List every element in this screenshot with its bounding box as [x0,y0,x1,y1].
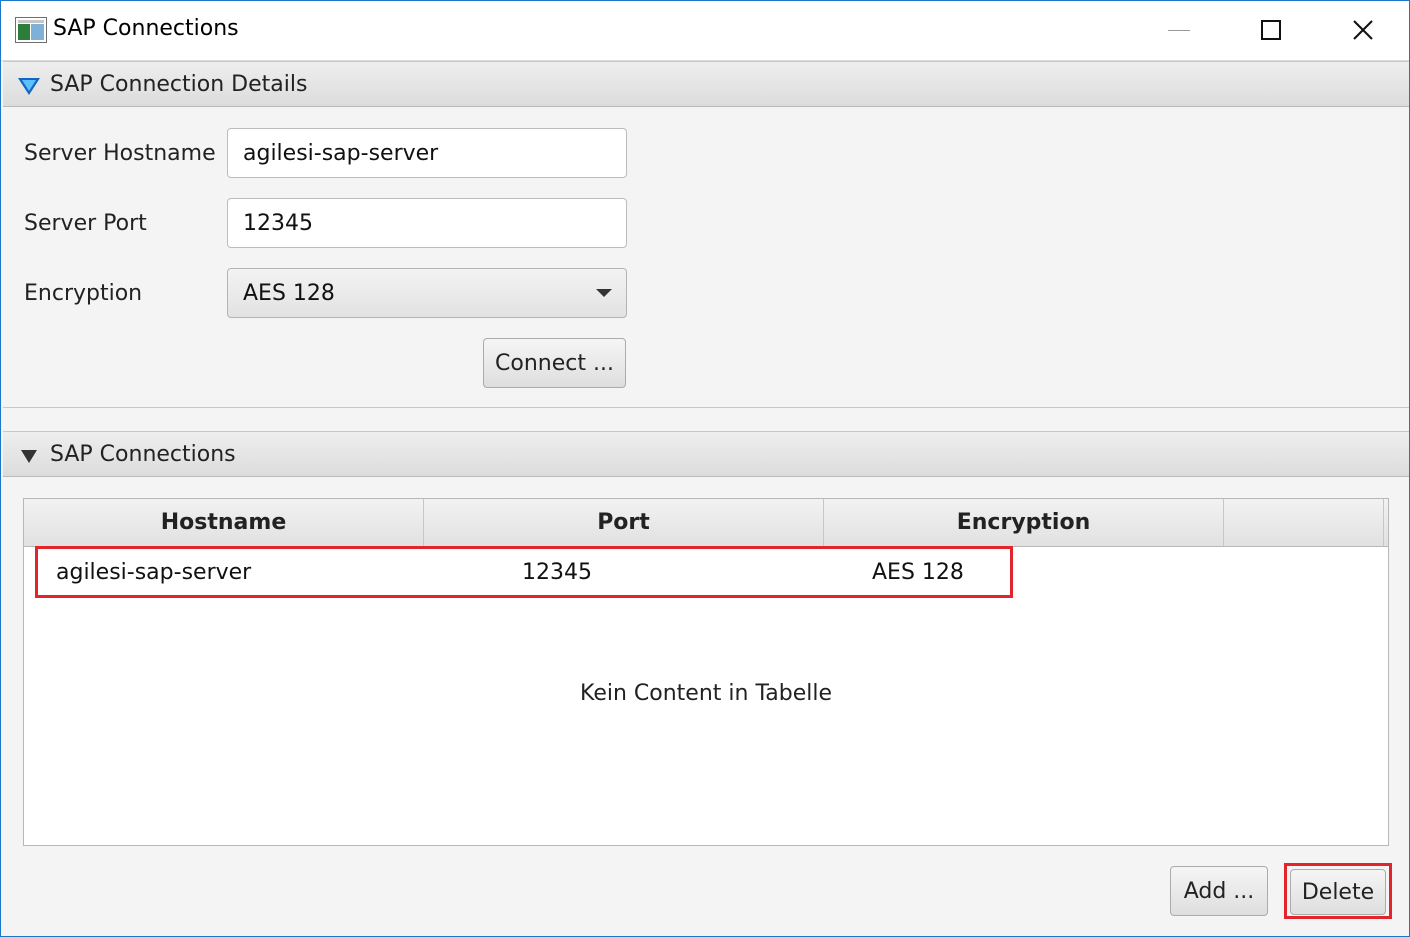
connections-section-header[interactable]: SAP Connections [3,431,1409,477]
table-empty-placeholder: Kein Content in Tabelle [580,681,832,706]
encryption-label: Encryption [24,281,143,306]
maximize-icon [1261,20,1281,40]
minimize-button[interactable] [1133,1,1225,59]
column-header-filler [1224,499,1384,546]
table-header: Hostname Port Encryption [24,499,1388,547]
add-button[interactable]: Add ... [1170,866,1268,916]
table-row[interactable]: agilesi-sap-server 12345 AES 128 [35,546,1013,598]
column-header-port[interactable]: Port [424,499,824,546]
encryption-select-value: AES 128 [243,280,335,306]
chevron-down-icon [596,289,612,297]
close-button[interactable] [1317,1,1409,59]
column-header-encryption[interactable]: Encryption [824,499,1224,546]
expand-triangle-icon [21,450,37,463]
port-input[interactable]: 12345 [227,198,627,248]
connect-button[interactable]: Connect ... [483,338,626,388]
cell-hostname: agilesi-sap-server [56,560,252,585]
window-title: SAP Connections [53,16,239,41]
details-section-header[interactable]: SAP Connection Details [3,61,1409,107]
port-label: Server Port [24,211,147,236]
hostname-label: Server Hostname [24,141,216,166]
cell-encryption: AES 128 [872,560,964,585]
close-icon [1353,20,1373,40]
details-section-title: SAP Connection Details [50,72,308,97]
cell-port: 12345 [522,560,592,585]
connections-section-title: SAP Connections [50,442,236,467]
delete-highlight-box [1284,863,1392,919]
column-header-hostname[interactable]: Hostname [24,499,424,546]
sap-connections-window: SAP Connections SAP Connection Details S… [0,0,1410,937]
encryption-select[interactable]: AES 128 [227,268,627,318]
app-icon [15,17,47,43]
hostname-input[interactable]: agilesi-sap-server [227,128,627,178]
expand-triangle-icon [18,78,40,95]
title-bar: SAP Connections [1,1,1409,61]
details-section-body: Server Hostname agilesi-sap-server Serve… [3,108,1409,408]
maximize-button[interactable] [1225,1,1317,59]
minimize-icon [1168,29,1190,31]
